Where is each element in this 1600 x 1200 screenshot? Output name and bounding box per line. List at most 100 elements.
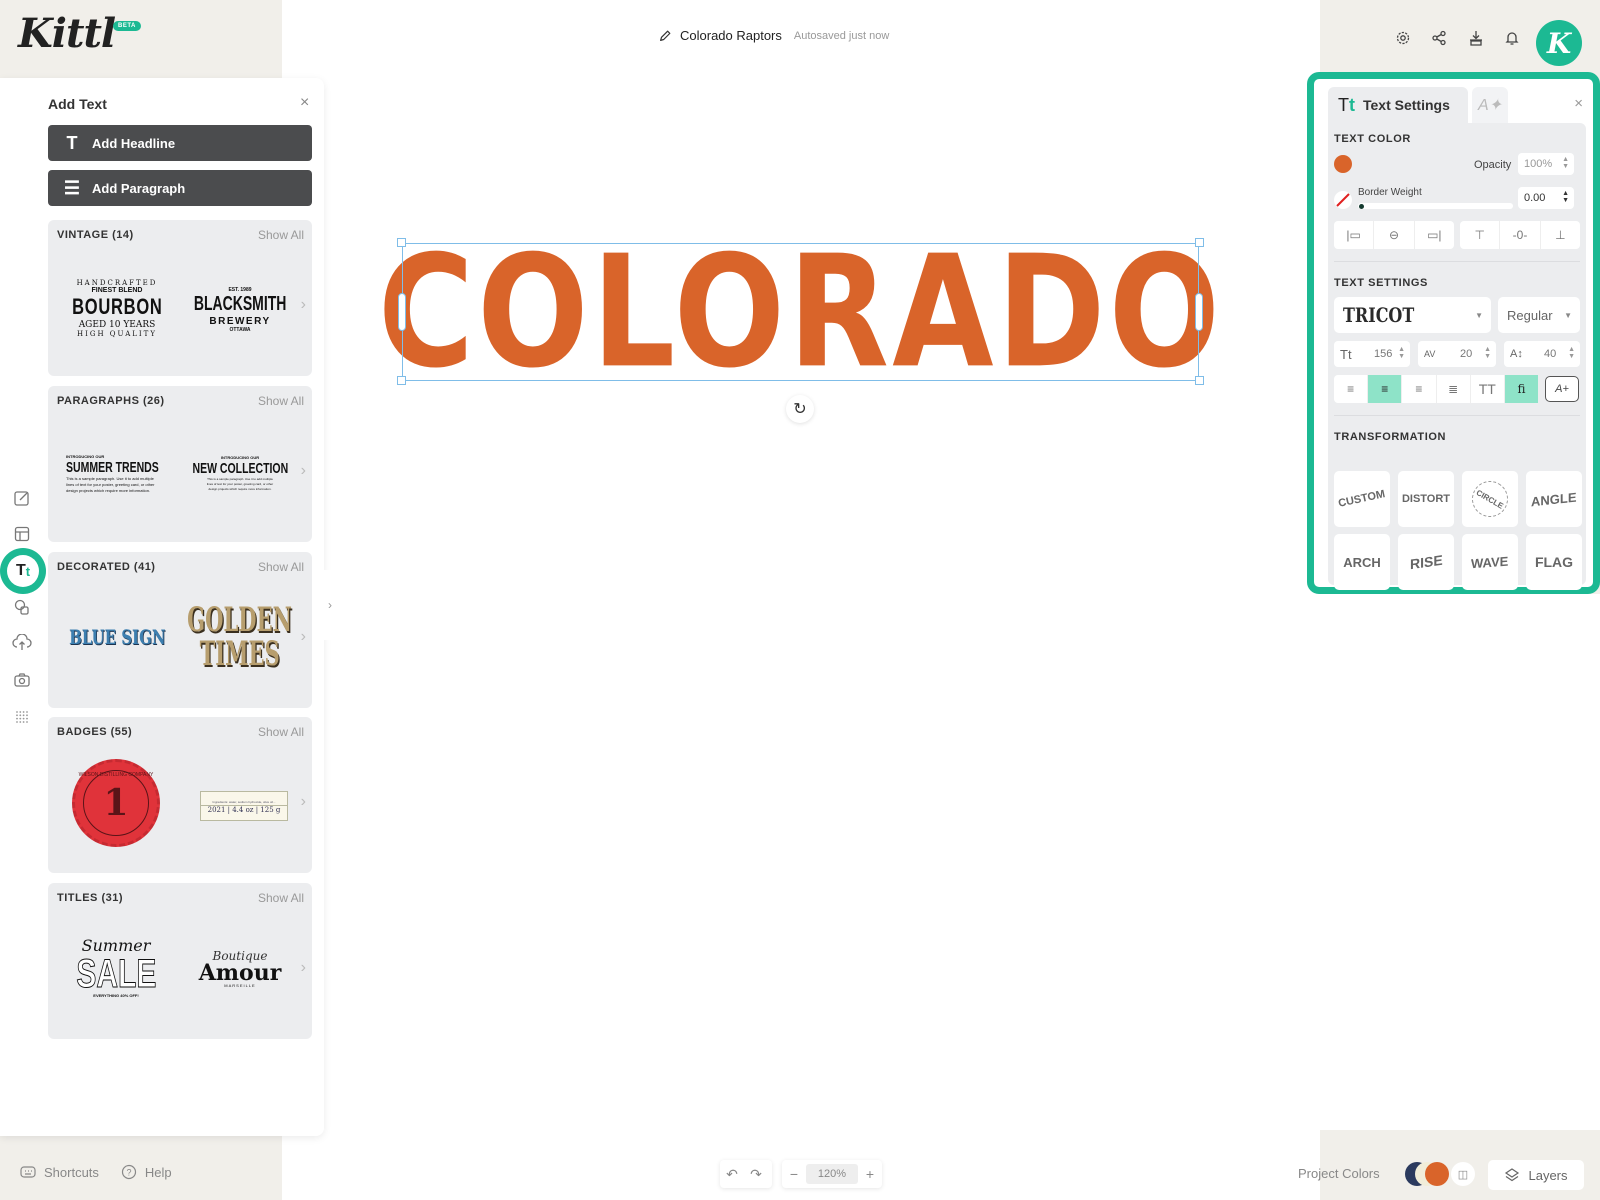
stepper-icon[interactable]: ▲ ▼ bbox=[1562, 156, 1569, 170]
font-size-input[interactable]: Tt 156 ▲ ▼ bbox=[1334, 341, 1410, 367]
text-align-left-icon[interactable]: ≡ bbox=[1334, 375, 1369, 403]
template-thumb[interactable]: WILSON DISTILLING COMPANY 1 bbox=[72, 759, 160, 847]
category-card-badges[interactable]: BADGES (55) Show All WILSON DISTILLING C… bbox=[48, 717, 312, 873]
selection-box[interactable] bbox=[402, 243, 1199, 381]
category-card-vintage[interactable]: VINTAGE (14) Show All HANDCRAFTED FINEST… bbox=[48, 220, 312, 376]
settings-icon[interactable] bbox=[1393, 28, 1413, 48]
upload-icon[interactable] bbox=[12, 633, 32, 653]
show-all-link[interactable]: Show All bbox=[258, 725, 304, 739]
uppercase-toggle[interactable]: TT bbox=[1471, 375, 1505, 403]
font-family-select[interactable]: TRICOT ▼ bbox=[1334, 297, 1491, 333]
slider-handle[interactable] bbox=[1359, 204, 1364, 209]
text-color-swatch[interactable] bbox=[1334, 155, 1352, 173]
user-avatar[interactable]: K bbox=[1536, 20, 1582, 66]
resize-handle-bottom-left[interactable] bbox=[397, 376, 406, 385]
show-all-link[interactable]: Show All bbox=[258, 560, 304, 574]
letter-spacing-input[interactable]: AV 20 ▲ ▼ bbox=[1418, 341, 1496, 367]
redo-icon[interactable]: ↷ bbox=[744, 1166, 768, 1183]
resize-handle-top-left[interactable] bbox=[397, 238, 406, 247]
align-right-icon[interactable]: ▭| bbox=[1415, 221, 1454, 249]
text-style-add-button[interactable]: A+ bbox=[1545, 376, 1579, 402]
transform-wave[interactable]: WAVE bbox=[1462, 534, 1518, 590]
zoom-in-button[interactable]: + bbox=[858, 1166, 882, 1182]
close-icon[interactable]: × bbox=[1574, 95, 1583, 112]
align-left-icon[interactable]: |▭ bbox=[1334, 221, 1375, 249]
chevron-right-icon[interactable]: › bbox=[301, 959, 306, 977]
transform-rise[interactable]: RISE bbox=[1398, 534, 1454, 590]
camera-icon[interactable] bbox=[12, 670, 32, 690]
bell-icon[interactable] bbox=[1502, 28, 1522, 48]
align-bottom-icon[interactable]: ⊥ bbox=[1541, 221, 1580, 249]
border-weight-input[interactable]: 0.00 ▲ ▼ bbox=[1518, 187, 1574, 209]
tab-text-effects[interactable]: A✦ bbox=[1472, 87, 1508, 123]
add-headline-button[interactable]: T Add Headline bbox=[48, 125, 312, 161]
font-weight-select[interactable]: Regular ▼ bbox=[1498, 297, 1580, 333]
opacity-input[interactable]: 100% ▲ ▼ bbox=[1518, 153, 1574, 175]
transform-angle[interactable]: ANGLE bbox=[1526, 471, 1582, 527]
line-height-input[interactable]: A↕ 40 ▲ ▼ bbox=[1504, 341, 1580, 367]
help-button[interactable]: ? Help bbox=[121, 1164, 172, 1180]
template-thumb[interactable]: Boutique Amour MARSEILLE bbox=[190, 939, 290, 999]
kittl-logo[interactable]: Kittl bbox=[18, 10, 116, 57]
stepper-icon[interactable]: ▲ ▼ bbox=[1398, 346, 1405, 360]
transform-flag[interactable]: FLAG bbox=[1526, 534, 1582, 590]
zoom-out-button[interactable]: − bbox=[782, 1166, 806, 1182]
stepper-icon[interactable]: ▲ ▼ bbox=[1484, 346, 1491, 360]
show-all-link[interactable]: Show All bbox=[258, 891, 304, 905]
template-thumb[interactable]: BLUE SIGN bbox=[62, 612, 172, 662]
resize-handle-right[interactable] bbox=[1195, 293, 1203, 331]
download-icon[interactable] bbox=[1466, 28, 1486, 48]
shapes-icon[interactable] bbox=[12, 597, 32, 617]
shortcuts-button[interactable]: Shortcuts bbox=[20, 1164, 99, 1180]
chevron-right-icon[interactable]: › bbox=[301, 462, 306, 480]
border-weight-slider[interactable] bbox=[1358, 203, 1513, 209]
project-color-swatch[interactable] bbox=[1425, 1162, 1449, 1186]
text-align-justify-icon[interactable]: ≣ bbox=[1437, 375, 1471, 403]
edit-icon[interactable] bbox=[12, 488, 32, 508]
category-card-paragraphs[interactable]: PARAGRAPHS (26) Show All INTRODUCING OUR… bbox=[48, 386, 312, 542]
stepper-icon[interactable]: ▲ ▼ bbox=[1562, 190, 1569, 204]
tab-text-settings[interactable]: Tt Text Settings bbox=[1328, 87, 1468, 123]
document-title[interactable]: Colorado Raptors Autosaved just now bbox=[658, 28, 889, 43]
text-align-center-icon[interactable]: ≡ bbox=[1368, 375, 1403, 403]
layers-button[interactable]: Layers bbox=[1488, 1160, 1584, 1190]
text-icon[interactable]: Tt bbox=[7, 555, 39, 587]
canvas-area[interactable] bbox=[282, 0, 1320, 1200]
resize-handle-top-right[interactable] bbox=[1195, 238, 1204, 247]
category-card-titles[interactable]: TITLES (31) Show All Summer SALE EVERYTH… bbox=[48, 883, 312, 1039]
template-thumb[interactable]: INTRODUCING OUR NEW COLLECTION This is a… bbox=[190, 448, 290, 498]
text-tool-active[interactable]: Tt bbox=[0, 548, 46, 594]
template-thumb[interactable]: Ingredients: water, sodium hydroxide, ol… bbox=[200, 791, 288, 821]
show-all-link[interactable]: Show All bbox=[258, 228, 304, 242]
chevron-right-icon[interactable]: › bbox=[301, 628, 306, 646]
grid-icon[interactable] bbox=[12, 707, 32, 727]
share-icon[interactable] bbox=[1429, 28, 1449, 48]
template-thumb[interactable]: GOLDEN TIMES bbox=[182, 592, 298, 682]
ligature-toggle[interactable]: fi bbox=[1504, 375, 1539, 403]
stepper-icon[interactable]: ▲ ▼ bbox=[1568, 346, 1575, 360]
template-thumb[interactable]: INTRODUCING OUR SUMMER TRENDS This is a … bbox=[66, 444, 162, 504]
text-align-right-icon[interactable]: ≡ bbox=[1402, 375, 1437, 403]
align-middle-v-icon[interactable]: -0- bbox=[1500, 221, 1541, 249]
align-top-icon[interactable]: ⊤ bbox=[1460, 221, 1501, 249]
rotate-icon[interactable]: ↻ bbox=[786, 395, 814, 423]
template-thumb[interactable]: Summer SALE EVERYTHING 40% OFF! bbox=[70, 923, 162, 1013]
undo-icon[interactable]: ↶ bbox=[720, 1166, 744, 1183]
resize-handle-bottom-right[interactable] bbox=[1195, 376, 1204, 385]
align-center-h-icon[interactable]: ⊖ bbox=[1374, 221, 1415, 249]
add-paragraph-button[interactable]: ☰ Add Paragraph bbox=[48, 170, 312, 206]
palette-icon[interactable]: ◫ bbox=[1451, 1162, 1475, 1186]
category-card-decorated[interactable]: DECORATED (41) Show All BLUE SIGN GOLDEN… bbox=[48, 552, 312, 708]
template-thumb[interactable]: HANDCRAFTED FINEST BLEND BOURBON AGED 10… bbox=[62, 250, 172, 366]
transform-distort[interactable]: DISTORT bbox=[1398, 471, 1454, 527]
chevron-right-icon[interactable]: › bbox=[301, 296, 306, 314]
template-thumb[interactable]: EST. 1989 BLACKSMITH BREWERY OTTAWA bbox=[182, 270, 298, 350]
close-icon[interactable]: × bbox=[300, 94, 309, 112]
collapse-panel-button[interactable]: › bbox=[318, 570, 342, 640]
resize-handle-left[interactable] bbox=[398, 293, 406, 331]
layout-icon[interactable] bbox=[12, 524, 32, 544]
transform-circle[interactable]: CIRCLE bbox=[1462, 471, 1518, 527]
chevron-right-icon[interactable]: › bbox=[301, 793, 306, 811]
zoom-level[interactable]: 120% bbox=[806, 1164, 858, 1184]
transform-custom[interactable]: CUSTOM bbox=[1334, 471, 1390, 527]
